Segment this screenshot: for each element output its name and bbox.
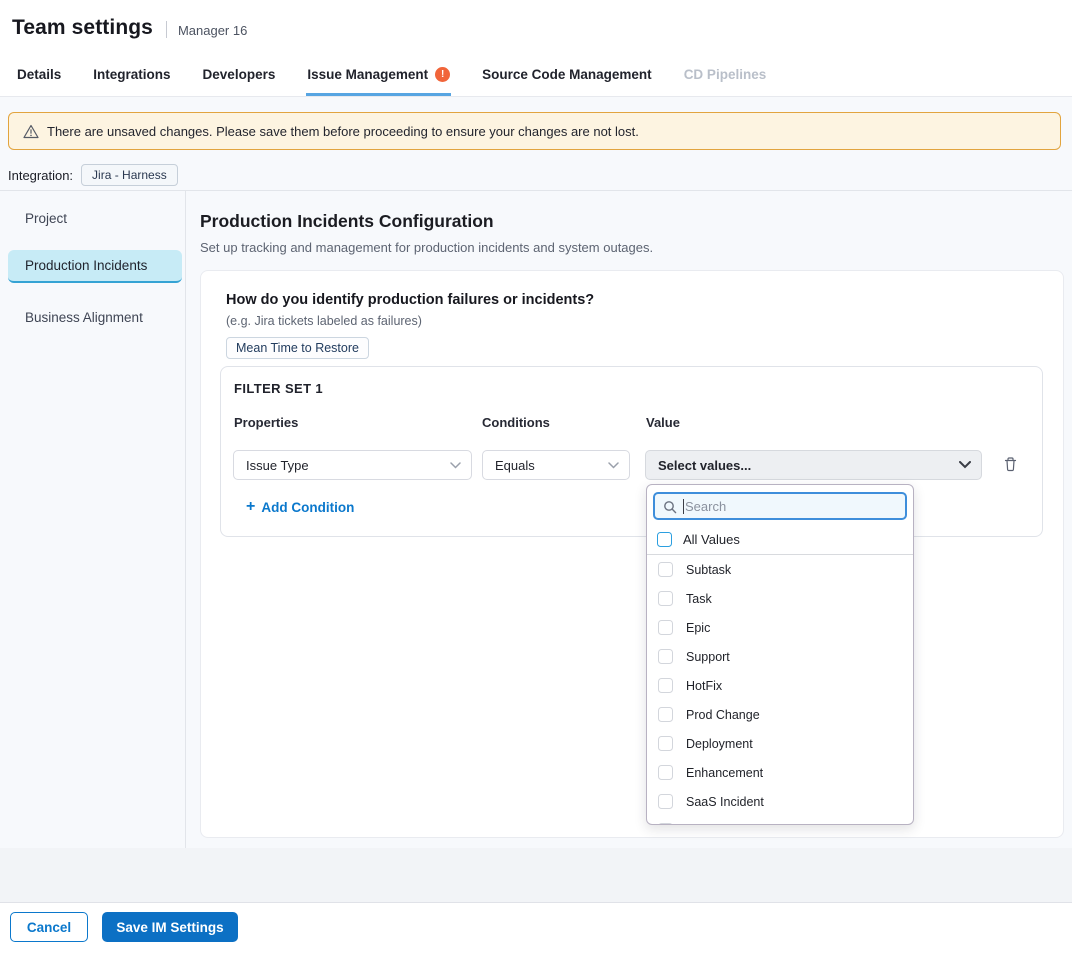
value-select-placeholder: Select values... (658, 458, 751, 473)
dropdown-option[interactable]: SaaS Incident (647, 787, 913, 816)
checkbox[interactable] (658, 591, 673, 606)
tab-bar: Details Integrations Developers Issue Ma… (0, 56, 1072, 97)
tab-label: Source Code Management (482, 67, 652, 82)
tab-source-code-management[interactable]: Source Code Management (481, 56, 653, 96)
dropdown-option[interactable]: Support (647, 642, 913, 671)
dropdown-search-box (653, 492, 907, 520)
filter-set-title: FILTER SET 1 (234, 381, 323, 396)
dropdown-option[interactable]: Customer Notification (647, 816, 913, 825)
dropdown-option-label: Epic (686, 621, 710, 635)
conditions-select[interactable]: Equals (482, 450, 630, 480)
banner-text: There are unsaved changes. Please save t… (47, 124, 639, 139)
tab-developers[interactable]: Developers (202, 56, 277, 96)
dropdown-option-label: Enhancement (686, 766, 763, 780)
sidebar-item-project[interactable]: Project (8, 203, 182, 233)
tab-label: Developers (203, 67, 276, 82)
sidebar-item-label: Business Alignment (25, 310, 143, 325)
cancel-button[interactable]: Cancel (10, 912, 88, 942)
sidebar-divider (185, 191, 186, 848)
warning-triangle-icon (23, 124, 39, 139)
checkbox[interactable] (658, 823, 673, 825)
dropdown-option[interactable]: HotFix (647, 671, 913, 700)
tab-label: Details (17, 67, 61, 82)
checkbox[interactable] (658, 649, 673, 664)
checkbox[interactable] (658, 620, 673, 635)
checkbox[interactable] (658, 794, 673, 809)
dropdown-option[interactable]: Subtask (647, 555, 913, 584)
page-header: Team settings Manager 16 (0, 0, 1072, 56)
bottom-band (0, 848, 1072, 902)
unsaved-changes-banner: There are unsaved changes. Please save t… (8, 112, 1061, 150)
checkbox[interactable] (658, 562, 673, 577)
question-hint: (e.g. Jira tickets labeled as failures) (226, 314, 422, 328)
tab-label: Issue Management (307, 67, 428, 82)
add-condition-label: Add Condition (261, 500, 354, 515)
team-name: Manager 16 (178, 23, 247, 38)
page-title: Team settings (12, 16, 153, 40)
integration-chip: Jira - Harness (81, 164, 178, 186)
sidebar-item-business-alignment[interactable]: Business Alignment (8, 302, 182, 332)
integration-label: Integration: (8, 168, 73, 183)
checkbox[interactable] (658, 678, 673, 693)
delete-filter-button[interactable] (1001, 455, 1019, 473)
dropdown-option-label: HotFix (686, 679, 722, 693)
checkbox[interactable] (658, 765, 673, 780)
dropdown-option[interactable]: Prod Change (647, 700, 913, 729)
trash-icon (1003, 456, 1018, 472)
column-label-value: Value (646, 415, 680, 430)
question-heading: How do you identify production failures … (226, 292, 594, 308)
dropdown-options-list: Subtask Task Epic Support HotFix Prod Ch… (647, 555, 913, 825)
alert-badge-icon: ! (435, 67, 450, 82)
metric-chip-mean-time-to-restore[interactable]: Mean Time to Restore (226, 337, 369, 359)
tab-cd-pipelines: CD Pipelines (683, 56, 768, 96)
dropdown-option-label: Subtask (686, 563, 731, 577)
search-icon (663, 500, 677, 519)
tab-label: Integrations (93, 67, 170, 82)
chevron-down-icon (959, 461, 971, 469)
conditions-select-value: Equals (495, 458, 535, 473)
chevron-down-icon (450, 462, 461, 469)
sidebar-item-label: Production Incidents (25, 258, 147, 273)
dropdown-option-all-values[interactable]: All Values (647, 527, 913, 552)
dropdown-option-label: Support (686, 650, 730, 664)
column-label-conditions: Conditions (482, 415, 550, 430)
horizontal-divider (0, 190, 1072, 191)
value-dropdown-panel: All Values Subtask Task Epic Support Hot… (646, 484, 914, 825)
dropdown-option-label: Customer Notification (686, 824, 806, 826)
chevron-down-icon (608, 462, 619, 469)
tab-details[interactable]: Details (16, 56, 62, 96)
tab-issue-management[interactable]: Issue Management ! (306, 56, 451, 96)
section-subtitle: Set up tracking and management for produ… (200, 240, 653, 255)
title-separator (166, 21, 167, 38)
checkbox[interactable] (658, 707, 673, 722)
text-cursor (683, 499, 684, 514)
checkbox[interactable] (658, 736, 673, 751)
dropdown-search-input[interactable] (655, 494, 905, 518)
add-condition-button[interactable]: + Add Condition (246, 499, 354, 516)
dropdown-option-label: Task (686, 592, 712, 606)
sidebar-item-production-incidents[interactable]: Production Incidents (8, 250, 182, 283)
sidebar-item-label: Project (25, 211, 67, 226)
tab-label: CD Pipelines (684, 67, 767, 82)
dropdown-option-label: Deployment (686, 737, 753, 751)
column-label-properties: Properties (234, 415, 298, 430)
dropdown-option-label: Prod Change (686, 708, 760, 722)
section-title: Production Incidents Configuration (200, 211, 494, 232)
dropdown-option-label: All Values (683, 532, 740, 547)
tab-integrations[interactable]: Integrations (92, 56, 171, 96)
save-im-settings-button[interactable]: Save IM Settings (102, 912, 238, 942)
dropdown-option[interactable]: Deployment (647, 729, 913, 758)
properties-select-value: Issue Type (246, 458, 309, 473)
dropdown-option-label: SaaS Incident (686, 795, 764, 809)
dropdown-option[interactable]: Epic (647, 613, 913, 642)
properties-select[interactable]: Issue Type (233, 450, 472, 480)
dropdown-option[interactable]: Enhancement (647, 758, 913, 787)
value-multiselect[interactable]: Select values... (645, 450, 982, 480)
plus-icon: + (246, 498, 255, 516)
integration-row: Integration: Jira - Harness (8, 164, 178, 186)
dropdown-option[interactable]: Task (647, 584, 913, 613)
checkbox[interactable] (657, 532, 672, 547)
